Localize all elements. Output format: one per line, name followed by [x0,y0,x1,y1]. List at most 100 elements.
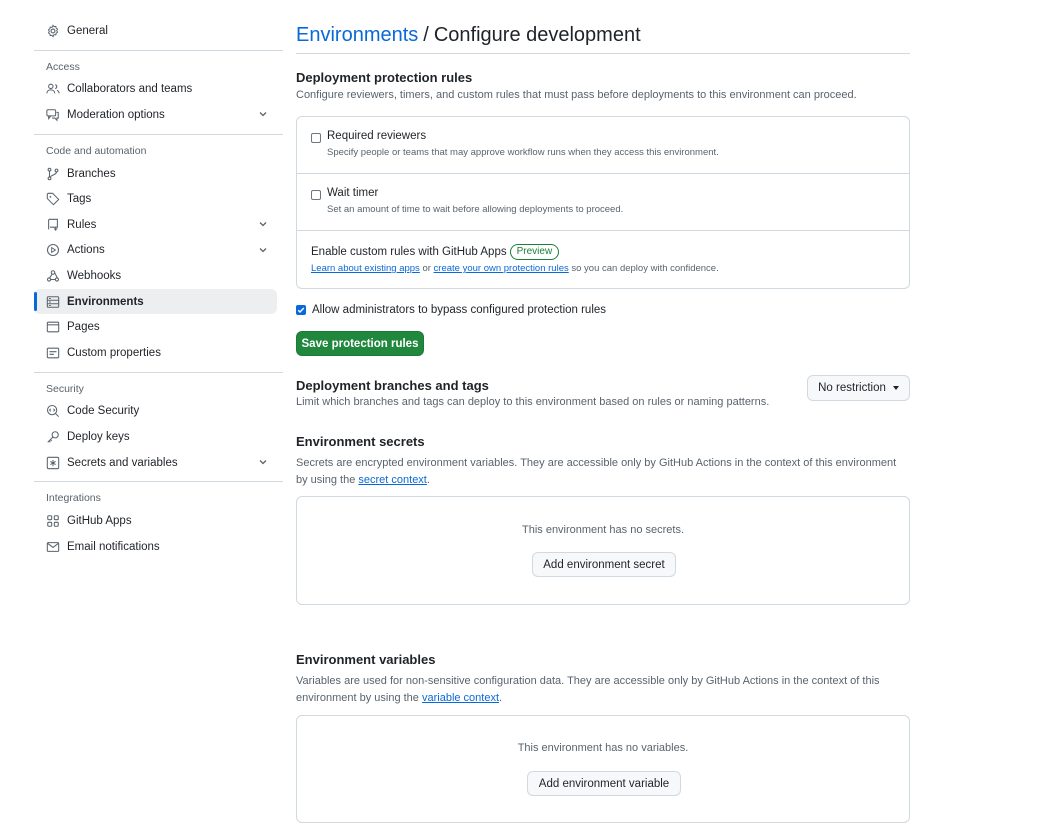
variables-empty-state: This environment has no variables. Add e… [296,715,910,823]
sidebar-heading-security: Security [46,382,84,395]
sidebar-heading-access: Access [46,60,80,73]
sidebar-item-label: Environments [67,295,144,308]
sidebar-item-github-apps[interactable]: GitHub Apps [34,508,283,534]
sidebar-item-custom-properties[interactable]: Custom properties [34,340,283,366]
rule-title: Required reviewers [327,130,427,142]
rule-required-reviewers: Required reviewers Specify people or tea… [297,117,909,174]
checkmark-icon [297,307,305,314]
variables-description: Variables are used for non-sensitive con… [296,673,910,707]
variables-title: Environment variables [296,652,436,667]
rule-title: Enable custom rules with GitHub Apps Prev… [311,244,895,260]
sidebar-item-rules[interactable]: Rules [34,212,283,238]
secrets-header: Environment secrets Secrets are encrypte… [296,434,910,489]
admin-bypass-option: Allow administrators to bypass configure… [296,304,606,316]
sidebar-item-environments[interactable]: Environments [34,288,277,315]
protection-description: Configure reviewers, timers, and custom … [296,89,857,101]
comment-discussion-icon [46,108,60,122]
admin-bypass-checkbox[interactable] [296,305,306,315]
preview-badge: Preview [509,244,560,260]
branch-restriction-dropdown[interactable]: No restriction [807,375,910,401]
variables-desc-post: . [499,692,503,704]
chevron-down-icon [259,112,267,117]
create-protection-rules-link[interactable]: create your own protection rules [434,263,569,274]
custom-rules-tail: so you can deploy with confidence. [571,263,719,274]
sidebar-item-label: Moderation options [67,108,165,121]
sidebar-item-label: General [67,24,108,37]
settings-sidebar: General Access Collaborators and teams M… [34,18,283,560]
codescan-icon [46,404,60,418]
sidebar-item-moderation[interactable]: Moderation options [34,102,283,128]
breadcrumb-environments-link[interactable]: Environments [296,24,418,47]
webhook-icon [46,269,60,283]
add-environment-secret-button[interactable]: Add environment secret [532,552,676,577]
wait-timer-checkbox[interactable] [311,190,321,200]
browser-icon [46,320,60,334]
play-icon [46,243,60,257]
admin-bypass-label: Allow administrators to bypass configure… [312,304,607,316]
learn-existing-apps-link[interactable]: Learn about existing apps [311,263,420,274]
protection-header: Deployment protection rules Configure re… [296,70,857,104]
add-environment-variable-button[interactable]: Add environment variable [527,771,681,796]
secrets-desc-pre: by using the [296,474,356,486]
sidebar-item-collaborators[interactable]: Collaborators and teams [34,77,283,103]
sidebar-item-deploy-keys[interactable]: Deploy keys [34,424,283,450]
sidebar-item-code-security[interactable]: Code Security [34,399,283,425]
sidebar-item-actions[interactable]: Actions [34,238,283,264]
breadcrumb-current: Configure development [433,24,641,46]
rule-custom-github-apps: Enable custom rules with GitHub Apps Prev… [297,231,909,288]
no-variables-message: This environment has no variables. [517,742,689,754]
sidebar-item-email-notifications[interactable]: Email notifications [34,534,283,560]
gear-icon [46,24,60,38]
variables-header: Environment variables Variables are used… [296,652,910,707]
secrets-title: Environment secrets [296,434,425,449]
sidebar-item-label: Code Security [67,405,140,418]
variables-desc-pre: environment by using the [296,692,419,704]
secrets-desc-line1: Secrets are encrypted environment variab… [296,457,897,469]
breadcrumb-separator: / [423,24,429,46]
repo-push-icon [46,218,60,232]
custom-rules-title: Enable custom rules with GitHub Apps [311,246,507,259]
rule-title: Wait timer [327,187,379,199]
rule-description: Specify people or teams that may approve… [327,147,719,158]
secrets-desc-post: . [426,474,430,486]
sidebar-item-label: Rules [67,218,97,231]
note-icon [46,346,60,360]
apps-icon [46,514,60,528]
sidebar-item-branches[interactable]: Branches [34,161,283,187]
sidebar-divider [34,49,283,51]
sidebar-item-tags[interactable]: Tags [34,186,283,212]
rule-description: Set an amount of time to wait before all… [327,204,624,215]
sidebar-item-secrets-variables[interactable]: Secrets and variables [34,450,283,476]
sidebar-divider [34,133,283,135]
branches-description: Limit which branches and tags can deploy… [296,396,770,408]
secret-context-link[interactable]: secret context [358,474,426,486]
sidebar-item-webhooks[interactable]: Webhooks [34,263,283,289]
sidebar-item-general[interactable]: General [34,18,283,44]
sidebar-item-label: Custom properties [67,346,161,359]
sidebar-item-label: Tags [67,193,92,206]
protection-rules-box: Required reviewers Specify people or tea… [296,116,910,289]
people-icon [46,82,60,96]
branches-header: Deployment branches and tags Limit which… [296,378,769,411]
sidebar-item-label: Actions [67,244,105,257]
sidebar-item-label: Collaborators and teams [67,83,193,96]
sidebar-item-label: Branches [67,167,116,180]
sidebar-item-pages[interactable]: Pages [34,314,283,340]
sidebar-divider [34,371,283,373]
sidebar-item-label: Deploy keys [67,430,130,443]
save-protection-rules-button[interactable]: Save protection rules [296,331,424,356]
sidebar-heading-integrations: Integrations [46,492,101,505]
secrets-empty-state: This environment has no secrets. Add env… [296,496,910,605]
chevron-down-icon [259,247,267,252]
mail-icon [46,540,60,554]
required-reviewers-checkbox[interactable] [311,133,321,143]
environment-config-main: Environments / Configure development Dep… [296,18,910,823]
chevron-down-icon [259,222,267,227]
server-icon [46,295,60,309]
no-secrets-message: This environment has no secrets. [521,524,685,536]
git-branch-icon [46,167,60,181]
custom-rules-or: or [422,263,431,274]
variable-context-link[interactable]: variable context [422,692,499,704]
tag-icon [46,192,60,206]
chevron-down-icon [259,459,267,465]
